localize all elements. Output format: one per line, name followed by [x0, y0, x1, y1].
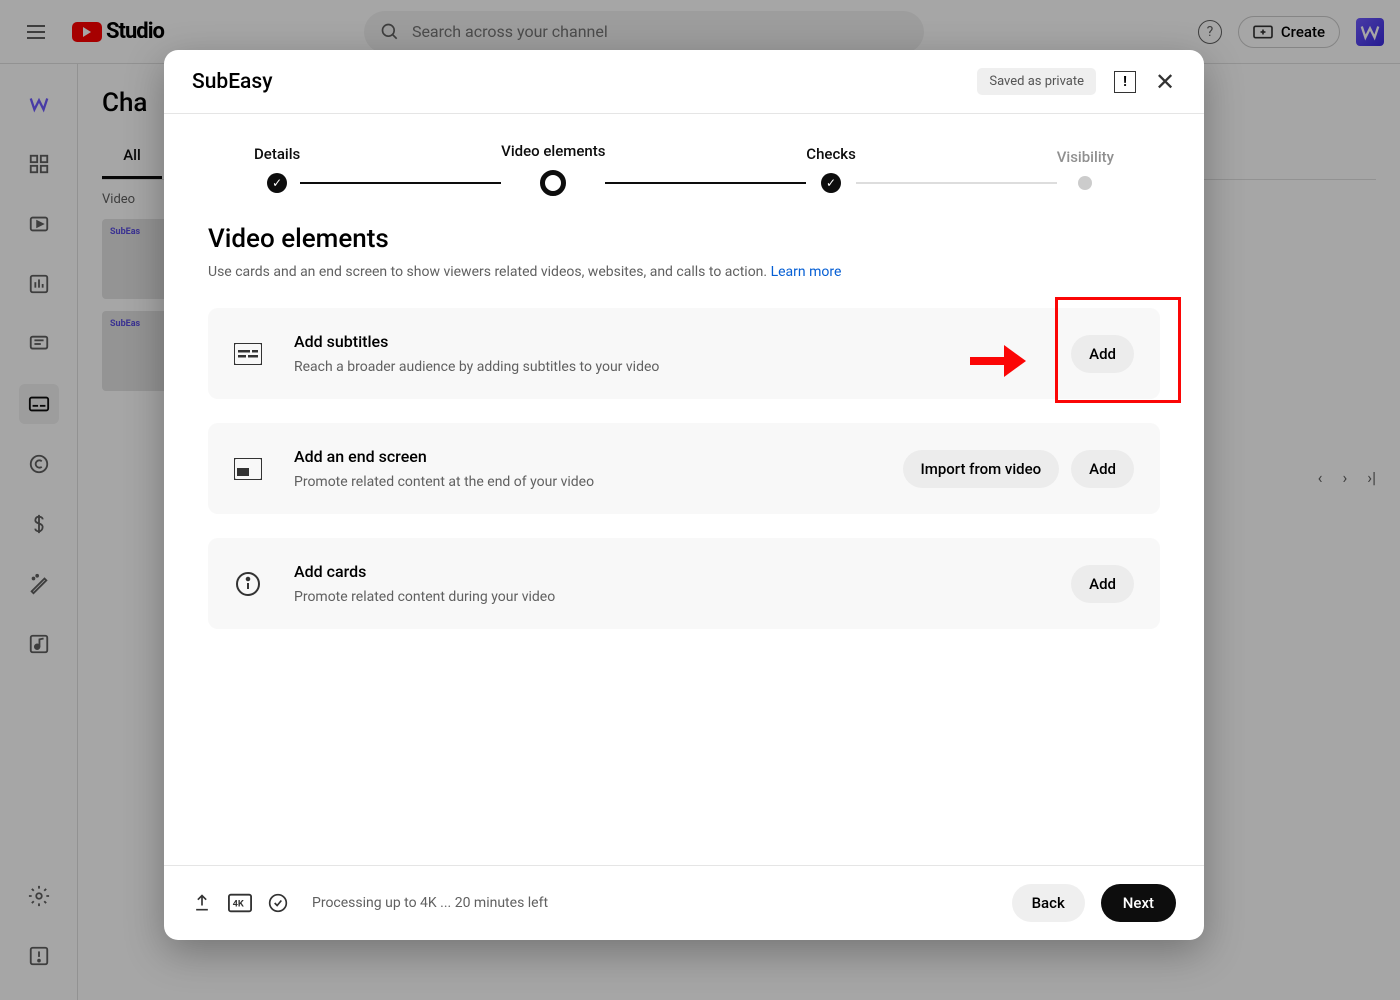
search-input[interactable] [412, 22, 908, 41]
section-title: Video elements [208, 224, 1160, 254]
add-cards-button[interactable]: Add [1071, 565, 1134, 603]
sidebar-item-brand[interactable] [19, 84, 59, 124]
sidebar [0, 64, 78, 1000]
card-title: Add an end screen [294, 447, 903, 466]
page-last-icon[interactable]: ›| [1367, 468, 1376, 487]
check-icon [821, 173, 841, 193]
tab-all[interactable]: All [102, 134, 162, 179]
help-icon[interactable]: ? [1198, 20, 1222, 44]
card-desc: Promote related content during your vide… [294, 589, 1071, 605]
search-icon [380, 22, 400, 42]
svg-text:4K: 4K [233, 899, 244, 910]
sidebar-item-feedback[interactable] [19, 936, 59, 976]
sidebar-item-subtitles[interactable] [19, 384, 59, 424]
endscreen-icon [234, 455, 262, 483]
sidebar-item-content[interactable] [19, 204, 59, 244]
check-icon [267, 173, 287, 193]
modal-title: SubEasy [192, 70, 272, 94]
annotation-highlight-box [1055, 297, 1181, 403]
step-details[interactable]: Details [254, 145, 300, 193]
sidebar-item-analytics[interactable] [19, 264, 59, 304]
cards-card: Add cards Promote related content during… [208, 538, 1160, 629]
page-prev-icon[interactable]: ‹ [1318, 468, 1323, 487]
card-desc: Promote related content at the end of yo… [294, 474, 903, 490]
menu-button[interactable] [16, 12, 56, 52]
sidebar-item-comments[interactable] [19, 324, 59, 364]
close-icon[interactable]: ✕ [1154, 71, 1176, 93]
step-video-elements[interactable]: Video elements [501, 142, 605, 196]
sidebar-item-settings[interactable] [19, 876, 59, 916]
card-desc: Reach a broader audience by adding subti… [294, 359, 1071, 375]
feedback-icon[interactable]: ! [1114, 71, 1136, 93]
stepper: Details Video elements Checks Visibility [164, 114, 1204, 214]
endscreen-card: Add an end screen Promote related conten… [208, 423, 1160, 514]
import-endscreen-button[interactable]: Import from video [903, 450, 1060, 488]
4k-badge-icon: 4K [228, 893, 252, 913]
upload-modal: SubEasy Saved as private ! ✕ Details Vid… [164, 50, 1204, 940]
extension-icon[interactable] [1356, 18, 1384, 46]
sidebar-item-customization[interactable] [19, 564, 59, 604]
create-icon [1253, 23, 1273, 41]
sidebar-item-dashboard[interactable] [19, 144, 59, 184]
card-title: Add subtitles [294, 332, 1071, 351]
search-box[interactable] [364, 11, 924, 53]
pagination: ‹ › ›| [1318, 468, 1376, 487]
add-endscreen-button[interactable]: Add [1071, 450, 1134, 488]
next-button[interactable]: Next [1101, 884, 1176, 922]
current-step-icon [540, 170, 566, 196]
info-icon [234, 570, 262, 598]
inactive-step-icon [1078, 176, 1092, 190]
processing-status: Processing up to 4K ... 20 minutes left [312, 895, 548, 911]
sidebar-item-monetization[interactable] [19, 504, 59, 544]
save-status-chip: Saved as private [977, 68, 1096, 95]
page-next-icon[interactable]: › [1342, 468, 1347, 487]
logo-text: Studio [106, 19, 164, 44]
step-visibility[interactable]: Visibility [1057, 148, 1114, 190]
back-button[interactable]: Back [1012, 884, 1085, 922]
youtube-icon [72, 22, 102, 42]
upload-icon [192, 893, 212, 913]
studio-logo[interactable]: Studio [72, 19, 164, 44]
subtitles-icon [234, 340, 262, 368]
annotation-arrow-icon [970, 345, 1026, 377]
sidebar-item-copyright[interactable] [19, 444, 59, 484]
learn-more-link[interactable]: Learn more [771, 264, 842, 280]
step-checks[interactable]: Checks [806, 145, 856, 193]
check-circle-icon [268, 893, 288, 913]
card-title: Add cards [294, 562, 1071, 581]
section-description: Use cards and an end screen to show view… [208, 264, 1160, 280]
sidebar-item-audio[interactable] [19, 624, 59, 664]
create-button[interactable]: Create [1238, 16, 1340, 48]
